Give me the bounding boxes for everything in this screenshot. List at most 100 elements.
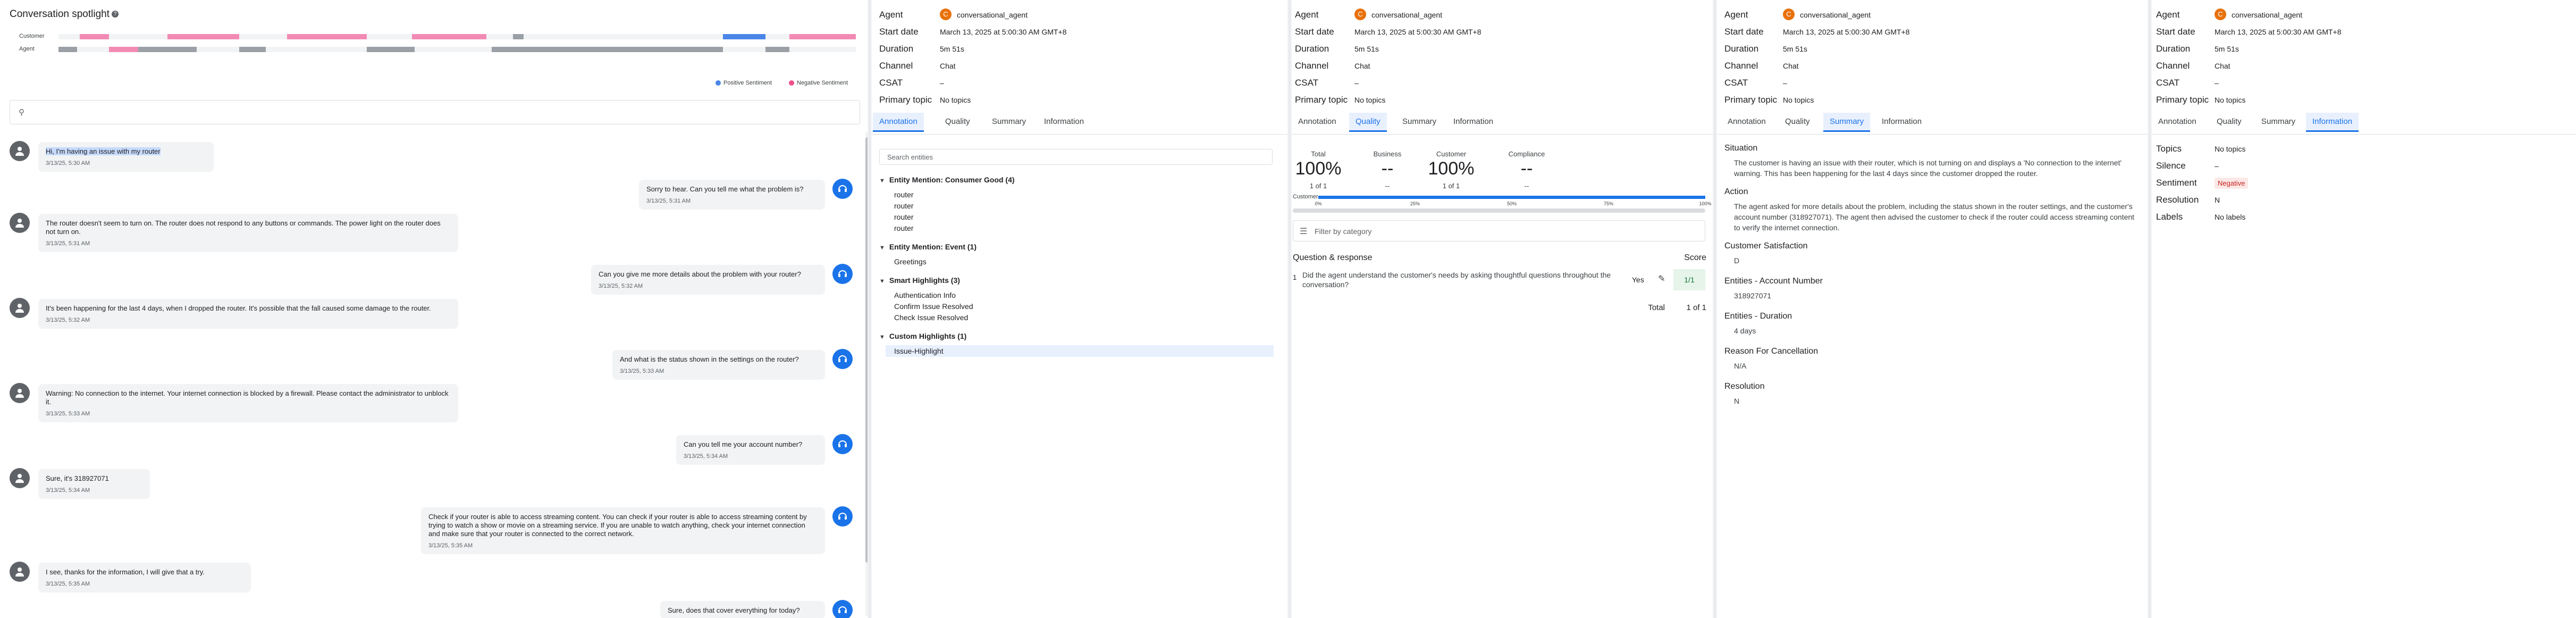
channel-label: Channel xyxy=(1724,61,1758,71)
primary-topic-label: Primary topic xyxy=(1295,95,1348,105)
conversation-search-input[interactable] xyxy=(33,105,833,121)
score-header: Score xyxy=(1684,253,1706,262)
entity-group-header[interactable]: ▼ Smart Highlights (3) xyxy=(879,276,960,285)
edit-pencil-icon[interactable]: ✎ xyxy=(1654,273,1669,287)
collapse-caret-icon[interactable]: ▼ xyxy=(879,245,885,251)
tab-annotation[interactable]: Annotation xyxy=(2152,113,2203,130)
tab-annotation[interactable]: Annotation xyxy=(1721,113,1772,130)
collapse-caret-icon[interactable]: ▼ xyxy=(879,278,885,285)
timeline-agent-track[interactable] xyxy=(58,47,856,52)
agent-label: Agent xyxy=(879,10,903,20)
score-label: Customer xyxy=(1436,150,1467,158)
summary-section-text: The customer is having an issue with the… xyxy=(1734,158,2122,178)
entity-item[interactable]: Authentication Info xyxy=(894,291,956,299)
message-text[interactable]: Sure, it's 318927071 xyxy=(46,474,109,482)
tab-divider xyxy=(2152,134,2576,135)
horizontal-scrollbar[interactable] xyxy=(1293,208,1705,213)
entity-item[interactable]: router xyxy=(894,190,914,199)
silence-label: Silence xyxy=(2156,161,2186,171)
entity-search-input[interactable]: Search entities xyxy=(879,149,1273,165)
sentiment-segment xyxy=(789,34,856,39)
entity-item[interactable]: router xyxy=(894,213,914,221)
message-text[interactable]: Hi, I'm having an issue with my router xyxy=(46,147,161,155)
csat-label: CSAT xyxy=(879,78,903,88)
quality-panel: Agent C conversational_agent Start date … xyxy=(1292,0,1713,618)
entity-group-title: Entity Mention: Consumer Good (4) xyxy=(889,176,1015,184)
tab-divider xyxy=(1292,134,1713,135)
start-date-value: March 13, 2025 at 5:00:30 AM GMT+8 xyxy=(1354,28,1481,36)
start-date-value: March 13, 2025 at 5:00:30 AM GMT+8 xyxy=(1783,28,1910,36)
tab-quality[interactable]: Quality xyxy=(2210,113,2248,130)
score-sub: -- xyxy=(1385,182,1390,190)
primary-topic-value: No topics xyxy=(940,96,971,104)
tab-information[interactable]: Information xyxy=(2306,113,2359,132)
message-text[interactable]: Sure, does that cover everything for tod… xyxy=(668,606,800,614)
sentiment-segment xyxy=(723,34,765,39)
scrollbar-thumb[interactable] xyxy=(865,137,868,563)
message-text[interactable]: It's been happening for the last 4 days,… xyxy=(46,304,431,312)
message-text[interactable]: Can you tell me your account number? xyxy=(684,440,802,448)
tab-information[interactable]: Information xyxy=(1875,113,1928,130)
tab-quality[interactable]: Quality xyxy=(1779,113,1816,130)
message-bubble: Sorry to hear. Can you tell me what the … xyxy=(639,180,825,210)
agent-avatar: C xyxy=(1783,9,1795,20)
message-text[interactable]: I see, thanks for the information, I wil… xyxy=(46,568,205,576)
start-date-label: Start date xyxy=(2156,27,2195,37)
agent-segment xyxy=(765,47,789,52)
entity-item[interactable]: Confirm Issue Resolved xyxy=(894,302,973,311)
conversation-title-text: Conversation spotlight xyxy=(10,9,110,20)
timeline-customer-track[interactable] xyxy=(58,34,856,39)
tab-summary[interactable]: Summary xyxy=(1396,113,1443,130)
entity-item[interactable]: router xyxy=(894,202,914,210)
conversation-spotlight-panel: Conversation spotlight? Customer Agent P… xyxy=(0,0,868,618)
score-sub: -- xyxy=(1524,182,1529,190)
collapse-caret-icon[interactable]: ▼ xyxy=(879,334,885,340)
tab-annotation[interactable]: Annotation xyxy=(873,113,924,132)
message-agent: Can you give me more details about the p… xyxy=(0,264,861,295)
message-timestamp: 3/13/25, 5:33 AM xyxy=(620,368,664,374)
bar-tick-label: 0% xyxy=(1315,201,1322,206)
duration-value: 5m 51s xyxy=(2215,45,2239,53)
tab-quality[interactable]: Quality xyxy=(1349,113,1387,132)
csat-value: – xyxy=(940,79,944,87)
question-header: Question & response xyxy=(1293,253,1373,262)
entity-group-header[interactable]: ▼ Custom Highlights (1) xyxy=(879,332,966,340)
message-timestamp: 3/13/25, 5:30 AM xyxy=(46,160,90,166)
primary-topic-value: No topics xyxy=(1354,96,1386,104)
entity-group-header[interactable]: ▼ Entity Mention: Event (1) xyxy=(879,243,976,251)
entity-group-header[interactable]: ▼ Entity Mention: Consumer Good (4) xyxy=(879,176,1015,184)
filter-box[interactable]: ☰ Filter by category xyxy=(1293,220,1705,241)
tab-summary[interactable]: Summary xyxy=(2255,113,2302,130)
entity-item[interactable]: Issue-Highlight xyxy=(894,347,944,355)
agent-value: conversational_agent xyxy=(2232,11,2303,19)
tab-quality[interactable]: Quality xyxy=(939,113,976,130)
help-icon[interactable]: ? xyxy=(112,11,119,18)
conversation-search[interactable]: ⚲ xyxy=(10,100,860,124)
tab-information[interactable]: Information xyxy=(1038,113,1090,130)
message-customer: It's been happening for the last 4 days,… xyxy=(0,298,861,335)
collapse-caret-icon[interactable]: ▼ xyxy=(879,178,885,184)
tab-annotation[interactable]: Annotation xyxy=(1292,113,1343,130)
entity-group-title: Entity Mention: Event (1) xyxy=(889,243,977,251)
tab-summary[interactable]: Summary xyxy=(986,113,1032,130)
entity-item[interactable]: Check Issue Resolved xyxy=(894,313,968,322)
agent-segment xyxy=(524,47,723,52)
channel-value: Chat xyxy=(1354,62,1370,70)
message-text[interactable]: Warning: No connection to the internet. … xyxy=(46,389,449,406)
start-date-label: Start date xyxy=(879,27,919,37)
silence-value: – xyxy=(2215,162,2219,170)
message-text[interactable]: Can you give me more details about the p… xyxy=(599,270,801,278)
message-text[interactable]: Sorry to hear. Can you tell me what the … xyxy=(646,185,804,193)
quality-progress-bar xyxy=(1318,196,1705,199)
filter-placeholder: Filter by category xyxy=(1315,227,1372,236)
tab-information[interactable]: Information xyxy=(1447,113,1500,130)
entity-item[interactable]: router xyxy=(894,224,914,232)
summary-section-text: 318927071 xyxy=(1734,291,1772,300)
tab-summary[interactable]: Summary xyxy=(1823,113,1871,132)
message-text[interactable]: And what is the status shown in the sett… xyxy=(620,355,799,363)
message-text[interactable]: Check if your router is able to access s… xyxy=(428,513,807,538)
legend-positive: Positive Sentiment xyxy=(715,80,772,86)
message-text[interactable]: The router doesn't seem to turn on. The … xyxy=(46,219,441,236)
message-customer: The router doesn't seem to turn on. The … xyxy=(0,213,861,252)
entity-item[interactable]: Greetings xyxy=(894,257,927,266)
